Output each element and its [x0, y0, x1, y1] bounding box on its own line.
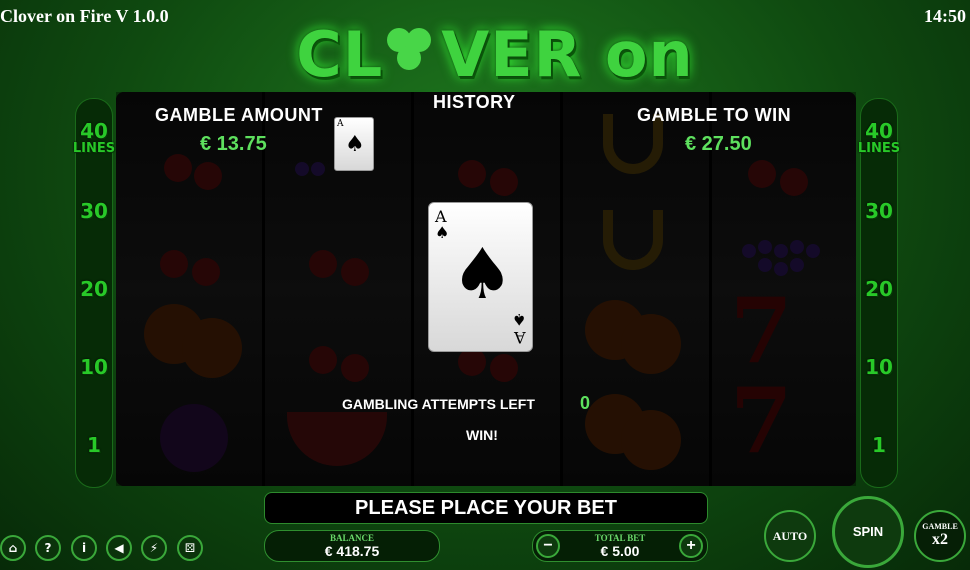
line-label: 10 [80, 355, 108, 379]
status-message: PLEASE PLACE YOUR BET [264, 492, 708, 524]
gamble-button[interactable]: GAMBLE x2 [914, 510, 966, 562]
gamble-button-label: GAMBLE [922, 522, 958, 531]
clock: 14:50 [924, 6, 966, 26]
gamble-amount-value: € 13.75 [200, 133, 267, 155]
balance-display: BALANCE € 418.75 [264, 530, 440, 562]
spade-icon: ♠ [451, 233, 514, 315]
history-label: HISTORY [433, 92, 516, 112]
spade-icon-small: ♠ [435, 223, 450, 242]
window-title: Clover on Fire V 1.0.0 [0, 6, 169, 26]
spade-icon-small: ♠ [511, 310, 526, 329]
lines-caption: LINES [857, 141, 901, 156]
line-label: 30 [865, 199, 893, 223]
gamble-amount-label: GAMBLE AMOUNT [155, 105, 323, 125]
lines-indicator-right: 40 LINES 30 20 10 1 [858, 98, 900, 488]
line-label: 40 [865, 119, 893, 143]
lines-indicator-left: 40 LINES 30 20 10 1 [73, 98, 115, 488]
sound-icon[interactable]: ◀ [106, 535, 132, 561]
dice-icon[interactable]: ⚄ [177, 535, 203, 561]
line-label: 10 [865, 355, 893, 379]
clover-icon [383, 28, 441, 78]
gamble-to-win-label: GAMBLE TO WIN [637, 105, 792, 125]
info-icon[interactable]: i [71, 535, 97, 561]
spade-icon: ♠ [345, 132, 365, 157]
lines-caption: LINES [72, 141, 116, 156]
game-logo: CLVER on FIRE [215, 18, 775, 164]
balance-value: € 418.75 [324, 543, 380, 559]
line-label: 40 [80, 119, 108, 143]
card-rank-bottom: A [514, 328, 526, 347]
increase-bet-button[interactable]: + [679, 534, 703, 558]
gamble-to-win-value: € 27.50 [685, 133, 752, 155]
help-icon[interactable]: ? [35, 535, 61, 561]
decrease-bet-button[interactable]: − [536, 534, 560, 558]
line-label: 20 [865, 277, 893, 301]
home-icon[interactable]: ⌂ [0, 535, 26, 561]
history-card-rank: A [337, 119, 344, 129]
gamble-multiplier: x2 [932, 531, 948, 548]
gamble-result: WIN! [466, 427, 498, 443]
line-label: 1 [872, 433, 886, 457]
line-label: 20 [80, 277, 108, 301]
auto-button[interactable]: AUTO [764, 510, 816, 562]
logo-text-start: CL [296, 18, 384, 91]
turbo-icon[interactable]: ⚡ [141, 535, 167, 561]
gamble-card: A ♠ ♠ ♠ A [428, 202, 533, 352]
attempts-value: 0 [580, 393, 591, 413]
line-label: 1 [87, 433, 101, 457]
line-label: 30 [80, 199, 108, 223]
attempts-label: GAMBLING ATTEMPTS LEFT [342, 396, 535, 412]
history-card: A ♠ [334, 117, 374, 171]
spin-button[interactable]: SPIN [832, 496, 904, 568]
